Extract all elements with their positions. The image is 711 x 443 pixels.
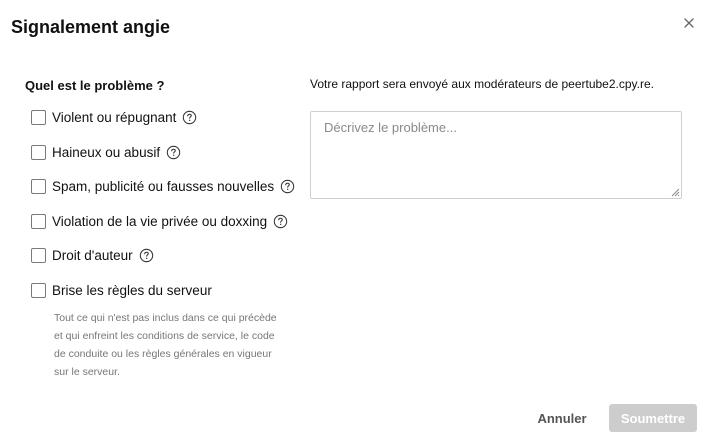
resize-grip-icon[interactable] — [670, 187, 680, 197]
reason-spam[interactable]: Spam, publicité ou fausses nouvelles — [31, 179, 295, 194]
reason-checkbox[interactable] — [31, 283, 46, 298]
reason-privacy[interactable]: Violation de la vie privée ou doxxing — [31, 214, 288, 229]
reason-checkbox[interactable] — [31, 214, 46, 229]
report-modal: Signalement angie Quel est le problème ?… — [0, 0, 711, 443]
help-circle-icon[interactable] — [273, 214, 288, 229]
help-circle-icon[interactable] — [280, 179, 295, 194]
help-circle-icon[interactable] — [182, 110, 197, 125]
close-icon — [684, 18, 694, 28]
reason-violent[interactable]: Violent ou répugnant — [31, 110, 197, 125]
help-circle-icon[interactable] — [139, 248, 154, 263]
reason-checkbox[interactable] — [31, 110, 46, 125]
reason-checkbox[interactable] — [31, 179, 46, 194]
reason-label: Haineux ou abusif — [52, 145, 161, 160]
reason-label: Brise les règles du serveur — [52, 283, 212, 298]
server-rules-description: Tout ce qui n'est pas inclus dans ce qui… — [54, 312, 277, 378]
reason-label: Violation de la vie privée ou doxxing — [52, 214, 268, 229]
reason-checkbox[interactable] — [31, 145, 46, 160]
reasons-section-title: Quel est le problème ? — [25, 78, 165, 93]
reason-hateful[interactable]: Haineux ou abusif — [31, 145, 181, 160]
cancel-button[interactable]: Annuler — [530, 404, 594, 432]
modal-title: Signalement angie — [11, 17, 171, 37]
close-button[interactable] — [680, 14, 698, 32]
report-description-textarea[interactable] — [310, 111, 682, 199]
reason-label: Spam, publicité ou fausses nouvelles — [52, 179, 275, 194]
reason-copyright[interactable]: Droit d'auteur — [31, 248, 154, 263]
submit-button[interactable]: Soumettre — [609, 404, 697, 432]
reason-checkbox[interactable] — [31, 248, 46, 263]
help-circle-icon[interactable] — [166, 145, 181, 160]
reason-label: Violent ou répugnant — [52, 110, 177, 125]
reason-label: Droit d'auteur — [52, 248, 133, 263]
report-info-text: Votre rapport sera envoyé aux modérateur… — [310, 77, 654, 91]
reason-server-rules[interactable]: Brise les règles du serveur — [31, 283, 212, 298]
